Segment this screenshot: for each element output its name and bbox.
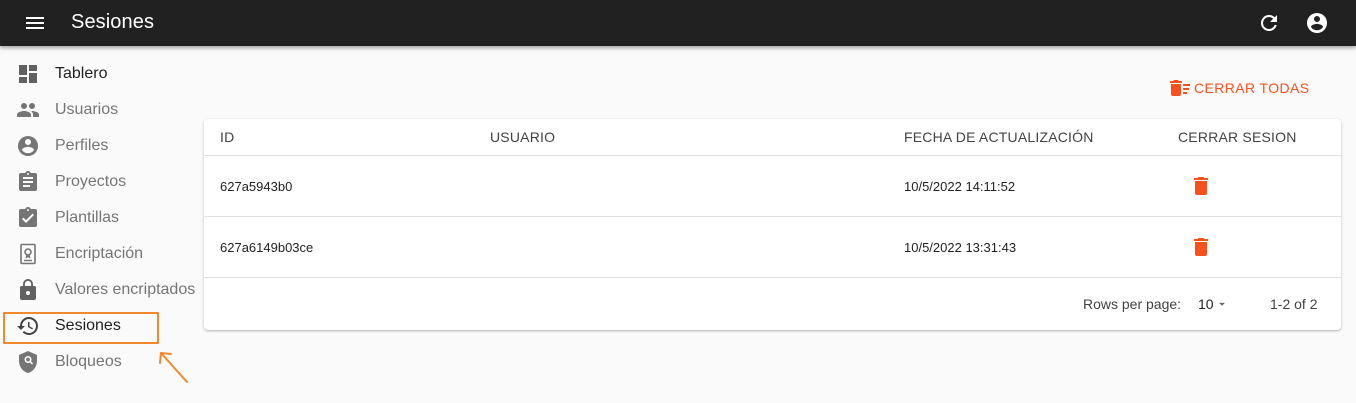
clipboard-icon xyxy=(19,171,37,191)
users-icon xyxy=(17,103,39,117)
column-header-id[interactable]: ID xyxy=(220,129,234,145)
delete-icon[interactable] xyxy=(1189,235,1213,259)
cell-updated: 10/5/2022 14:11:52 xyxy=(904,179,1016,194)
page-title: Sesiones xyxy=(71,11,155,33)
cell-updated: 10/5/2022 13:31:43 xyxy=(904,240,1017,255)
shield-search-icon xyxy=(19,351,37,373)
app-bar: Sesiones xyxy=(0,0,1356,46)
account-circle-icon xyxy=(18,136,38,156)
menu-icon[interactable] xyxy=(23,11,47,35)
rows-per-page-label: Rows per page: xyxy=(1083,296,1182,312)
sidebar-item-label: Valores encriptados xyxy=(55,281,196,298)
cell-id: 627a6149b03ce xyxy=(220,240,314,255)
divider xyxy=(204,155,1341,156)
sidebar-item-tablero[interactable]: Tablero xyxy=(0,56,200,92)
rows-per-page-select[interactable]: 10 xyxy=(1198,293,1238,313)
sidebar-item-perfiles[interactable]: Perfiles xyxy=(0,128,200,164)
sidebar-item-usuarios[interactable]: Usuarios xyxy=(0,92,200,128)
sessions-table: ID USUARIO FECHA DE ACTUALIZACIÓN CERRAR… xyxy=(204,119,1341,330)
sidebar-item-label: Bloqueos xyxy=(55,353,122,370)
delete-sweep-icon xyxy=(1170,80,1190,96)
close-all-sessions-button[interactable]: CERRAR TODAS xyxy=(1168,76,1310,100)
cell-id: 627a5943b0 xyxy=(220,179,293,194)
sidebar-item-label: Perfiles xyxy=(55,137,109,154)
highlight-annotation xyxy=(3,312,159,344)
divider xyxy=(204,216,1341,217)
sidebar-item-label: Encriptación xyxy=(55,245,144,262)
sidebar-item-encriptacion[interactable]: Encriptación xyxy=(0,236,200,272)
sidebar-item-label: Proyectos xyxy=(55,173,127,190)
divider xyxy=(204,277,1341,278)
refresh-icon[interactable] xyxy=(1257,11,1281,35)
close-all-label: CERRAR TODAS xyxy=(1194,80,1310,96)
sidebar-item-plantillas[interactable]: Plantillas xyxy=(0,200,200,236)
column-header-close[interactable]: CERRAR SESION xyxy=(1178,129,1297,145)
certificate-icon xyxy=(20,243,36,265)
pagination-range: 1-2 of 2 xyxy=(1270,296,1318,312)
sidebar-item-label: Tablero xyxy=(55,65,108,82)
sidebar-item-valores-encriptados[interactable]: Valores encriptados xyxy=(0,272,200,308)
account-circle-icon[interactable] xyxy=(1305,11,1329,35)
column-header-user[interactable]: USUARIO xyxy=(490,129,555,145)
lock-icon xyxy=(20,279,36,300)
rows-per-page-value: 10 xyxy=(1198,296,1214,312)
sidebar-item-proyectos[interactable]: Proyectos xyxy=(0,164,200,200)
dashboard-icon xyxy=(19,65,37,83)
sidebar-item-label: Plantillas xyxy=(55,209,120,226)
sidebar-item-label: Usuarios xyxy=(55,101,119,118)
caret-down-icon xyxy=(1219,302,1225,306)
clipboard-check-icon xyxy=(19,207,37,227)
column-header-updated[interactable]: FECHA DE ACTUALIZACIÓN xyxy=(904,129,1094,145)
arrow-annotation-icon xyxy=(159,352,188,383)
delete-icon[interactable] xyxy=(1189,174,1213,198)
